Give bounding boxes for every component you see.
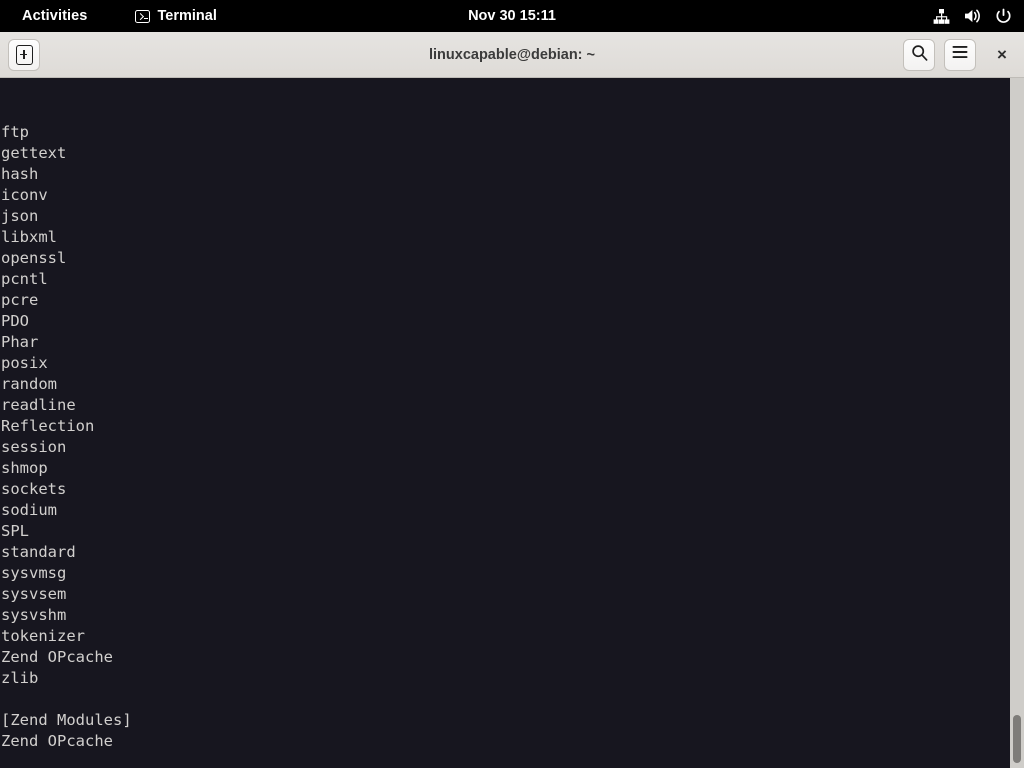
terminal-line: PDO (1, 312, 29, 330)
volume-icon[interactable] (963, 8, 982, 24)
terminal-line: session (1, 438, 67, 456)
terminal-line: gettext (1, 144, 67, 162)
terminal-view[interactable]: ftp gettext hash iconv json libxml openssl pcnt… (0, 78, 1024, 768)
new-tab-icon (15, 44, 33, 65)
terminal-line: shmop (1, 459, 48, 477)
terminal-output: ftp gettext hash iconv json libxml openssl pcnt… (1, 80, 272, 768)
terminal-line: zlib (1, 669, 39, 687)
terminal-line: tokenizer (1, 627, 85, 645)
search-icon (911, 44, 928, 66)
terminal-line: sysvsem (1, 585, 67, 603)
terminal-line: libxml (1, 228, 57, 246)
terminal-line: iconv (1, 186, 48, 204)
terminal-line: Phar (1, 333, 39, 351)
terminal-line: posix (1, 354, 48, 372)
scrollbar-thumb[interactable] (1013, 715, 1021, 763)
terminal-line: openssl (1, 249, 67, 267)
app-menu-label: Terminal (157, 8, 217, 24)
power-icon[interactable] (995, 8, 1012, 25)
terminal-line: [Zend Modules] (1, 711, 132, 729)
menu-button[interactable] (944, 38, 976, 71)
clock-label[interactable]: Nov 30 15:11 (460, 5, 564, 27)
window-titlebar: linuxcapable@debian: ~ × (0, 32, 1024, 78)
terminal-line: sysvmsg (1, 564, 67, 582)
system-status-area[interactable] (933, 8, 1012, 25)
activities-label: Activities (22, 8, 88, 24)
terminal-line: random (1, 375, 57, 393)
terminal-line: standard (1, 543, 76, 561)
terminal-line: sockets (1, 480, 67, 498)
terminal-lines: ftp gettext hash iconv json libxml openssl pcnt… (1, 122, 272, 768)
app-menu-terminal[interactable]: Terminal (127, 5, 224, 27)
close-window-button[interactable]: × (990, 41, 1014, 69)
new-tab-button[interactable] (8, 38, 40, 71)
hamburger-menu-icon (951, 45, 969, 64)
gnome-top-bar: Activities Terminal Nov 30 15:11 (0, 0, 1024, 32)
terminal-scrollbar[interactable] (1010, 78, 1024, 768)
activities-button[interactable]: Activities (14, 5, 95, 27)
terminal-line: Zend OPcache (1, 732, 113, 750)
terminal-line: ftp (1, 123, 29, 141)
terminal-line: hash (1, 165, 39, 183)
terminal-line: sysvshm (1, 606, 67, 624)
titlebar-controls: × (903, 38, 1014, 71)
terminal-line: SPL (1, 522, 29, 540)
terminal-line: pcntl (1, 270, 48, 288)
terminal-line: readline (1, 396, 76, 414)
terminal-icon (135, 9, 151, 23)
terminal-line: Zend OPcache (1, 648, 113, 666)
terminal-line: pcre (1, 291, 39, 309)
window-title-label: linuxcapable@debian: ~ (428, 46, 596, 63)
search-button[interactable] (903, 38, 935, 71)
close-icon: × (997, 44, 1007, 64)
terminal-line: Reflection (1, 417, 95, 435)
terminal-line: json (1, 207, 39, 225)
terminal-line: sodium (1, 501, 57, 519)
window-title: linuxcapable@debian: ~ (0, 47, 1024, 63)
network-wired-icon[interactable] (933, 8, 950, 24)
